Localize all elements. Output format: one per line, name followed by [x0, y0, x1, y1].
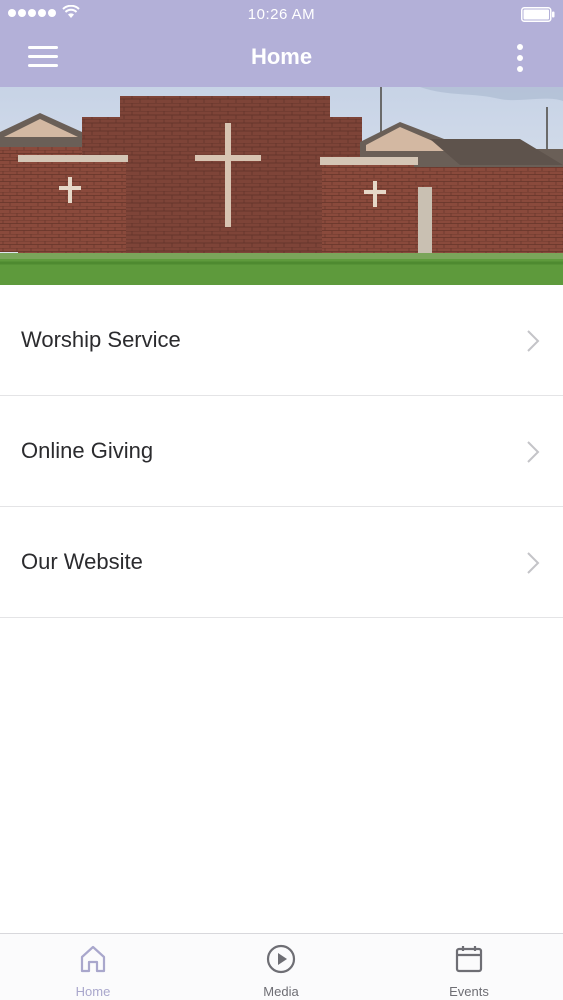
- tab-bar: Home Media Events: [0, 933, 563, 1000]
- tab-label: Media: [263, 984, 299, 999]
- tab-label: Home: [75, 984, 111, 999]
- status-time: 10:26 AM: [247, 6, 316, 23]
- chevron-right-icon: [527, 441, 540, 463]
- battery-icon: [521, 7, 555, 22]
- chevron-right-icon: [527, 552, 540, 574]
- vertical-ellipsis-icon[interactable]: [508, 42, 532, 74]
- play-circle-icon: [266, 944, 296, 974]
- tab-home[interactable]: Home: [33, 934, 153, 1000]
- home-icon: [80, 945, 106, 973]
- menu-item-our-website[interactable]: Our Website: [0, 507, 563, 618]
- home-menu-list: Worship Service Online Giving Our Websit…: [0, 285, 563, 618]
- menu-item-worship-service[interactable]: Worship Service: [0, 285, 563, 396]
- chevron-right-icon: [527, 330, 540, 352]
- tab-events[interactable]: Events: [409, 934, 529, 1000]
- church-building-photo: [0, 87, 563, 285]
- status-bar: 10:26 AM: [0, 0, 563, 28]
- tab-media[interactable]: Media: [221, 934, 341, 1000]
- tab-label: Events: [449, 984, 489, 999]
- menu-item-label: Worship Service: [21, 327, 181, 352]
- menu-item-label: Online Giving: [21, 438, 154, 463]
- menu-item-label: Our Website: [21, 549, 143, 574]
- page-title: Home: [250, 44, 313, 69]
- calendar-icon: [455, 946, 483, 973]
- top-bar: 10:26 AM Home: [0, 0, 563, 87]
- menu-item-online-giving[interactable]: Online Giving: [0, 396, 563, 507]
